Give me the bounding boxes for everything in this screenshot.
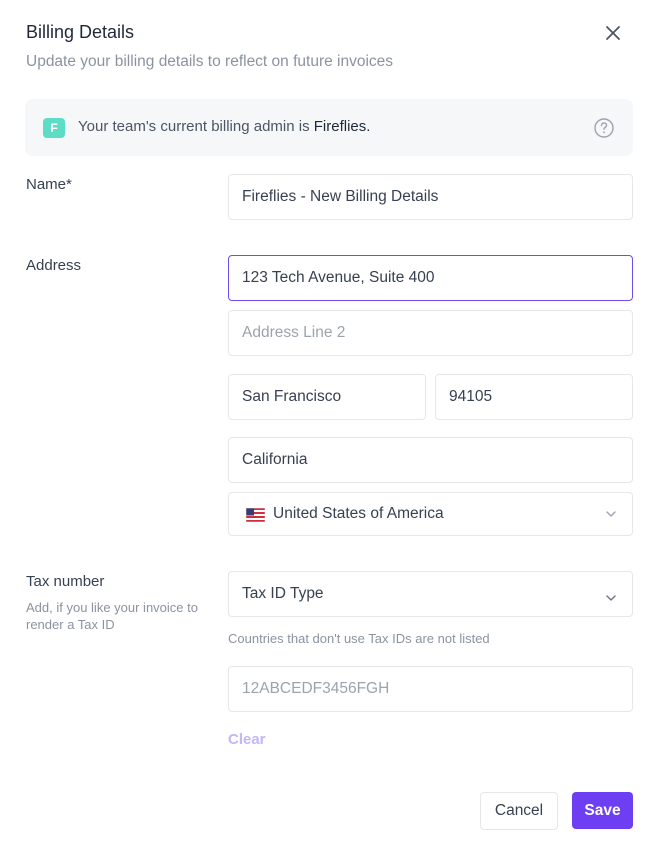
billing-admin-prefix: Your team's current billing admin is <box>78 118 314 135</box>
chevron-down-icon <box>606 511 616 517</box>
tax-number-label: Tax number <box>26 573 105 590</box>
us-flag-icon <box>246 508 265 522</box>
name-label: Name* <box>26 176 72 193</box>
tax-number-hint: Add, if you like your invoice to render … <box>26 600 198 632</box>
tax-id-input[interactable] <box>228 666 633 712</box>
help-circle-icon[interactable] <box>593 117 615 139</box>
clear-tax-button[interactable]: Clear <box>228 731 266 748</box>
zip-input[interactable] <box>435 374 633 420</box>
tax-id-note: Countries that don't use Tax IDs are not… <box>228 631 490 646</box>
billing-admin-text: Your team's current billing admin is Fir… <box>78 118 370 135</box>
country-select[interactable]: United States of America <box>228 492 633 536</box>
cancel-button[interactable]: Cancel <box>480 792 558 830</box>
billing-admin-banner: F Your team's current billing admin is F… <box>25 99 633 156</box>
billing-admin-name: Fireflies. <box>313 118 371 135</box>
address-line2-input[interactable] <box>228 310 633 356</box>
tax-id-type-select[interactable]: Tax ID Type <box>228 571 633 617</box>
state-input[interactable] <box>228 437 633 483</box>
country-select-value: United States of America <box>273 505 444 522</box>
name-input[interactable] <box>228 174 633 220</box>
address-line1-input[interactable] <box>228 255 633 301</box>
address-label: Address <box>26 257 82 274</box>
dialog-subtitle: Update your billing details to reflect o… <box>26 53 394 70</box>
close-icon[interactable] <box>600 20 626 46</box>
team-avatar: F <box>43 118 65 138</box>
tax-id-type-placeholder: Tax ID Type <box>242 585 324 602</box>
save-button[interactable]: Save <box>572 792 633 829</box>
dialog-title: Billing Details <box>26 22 135 42</box>
chevron-down-icon <box>606 594 616 601</box>
city-input[interactable] <box>228 374 426 420</box>
